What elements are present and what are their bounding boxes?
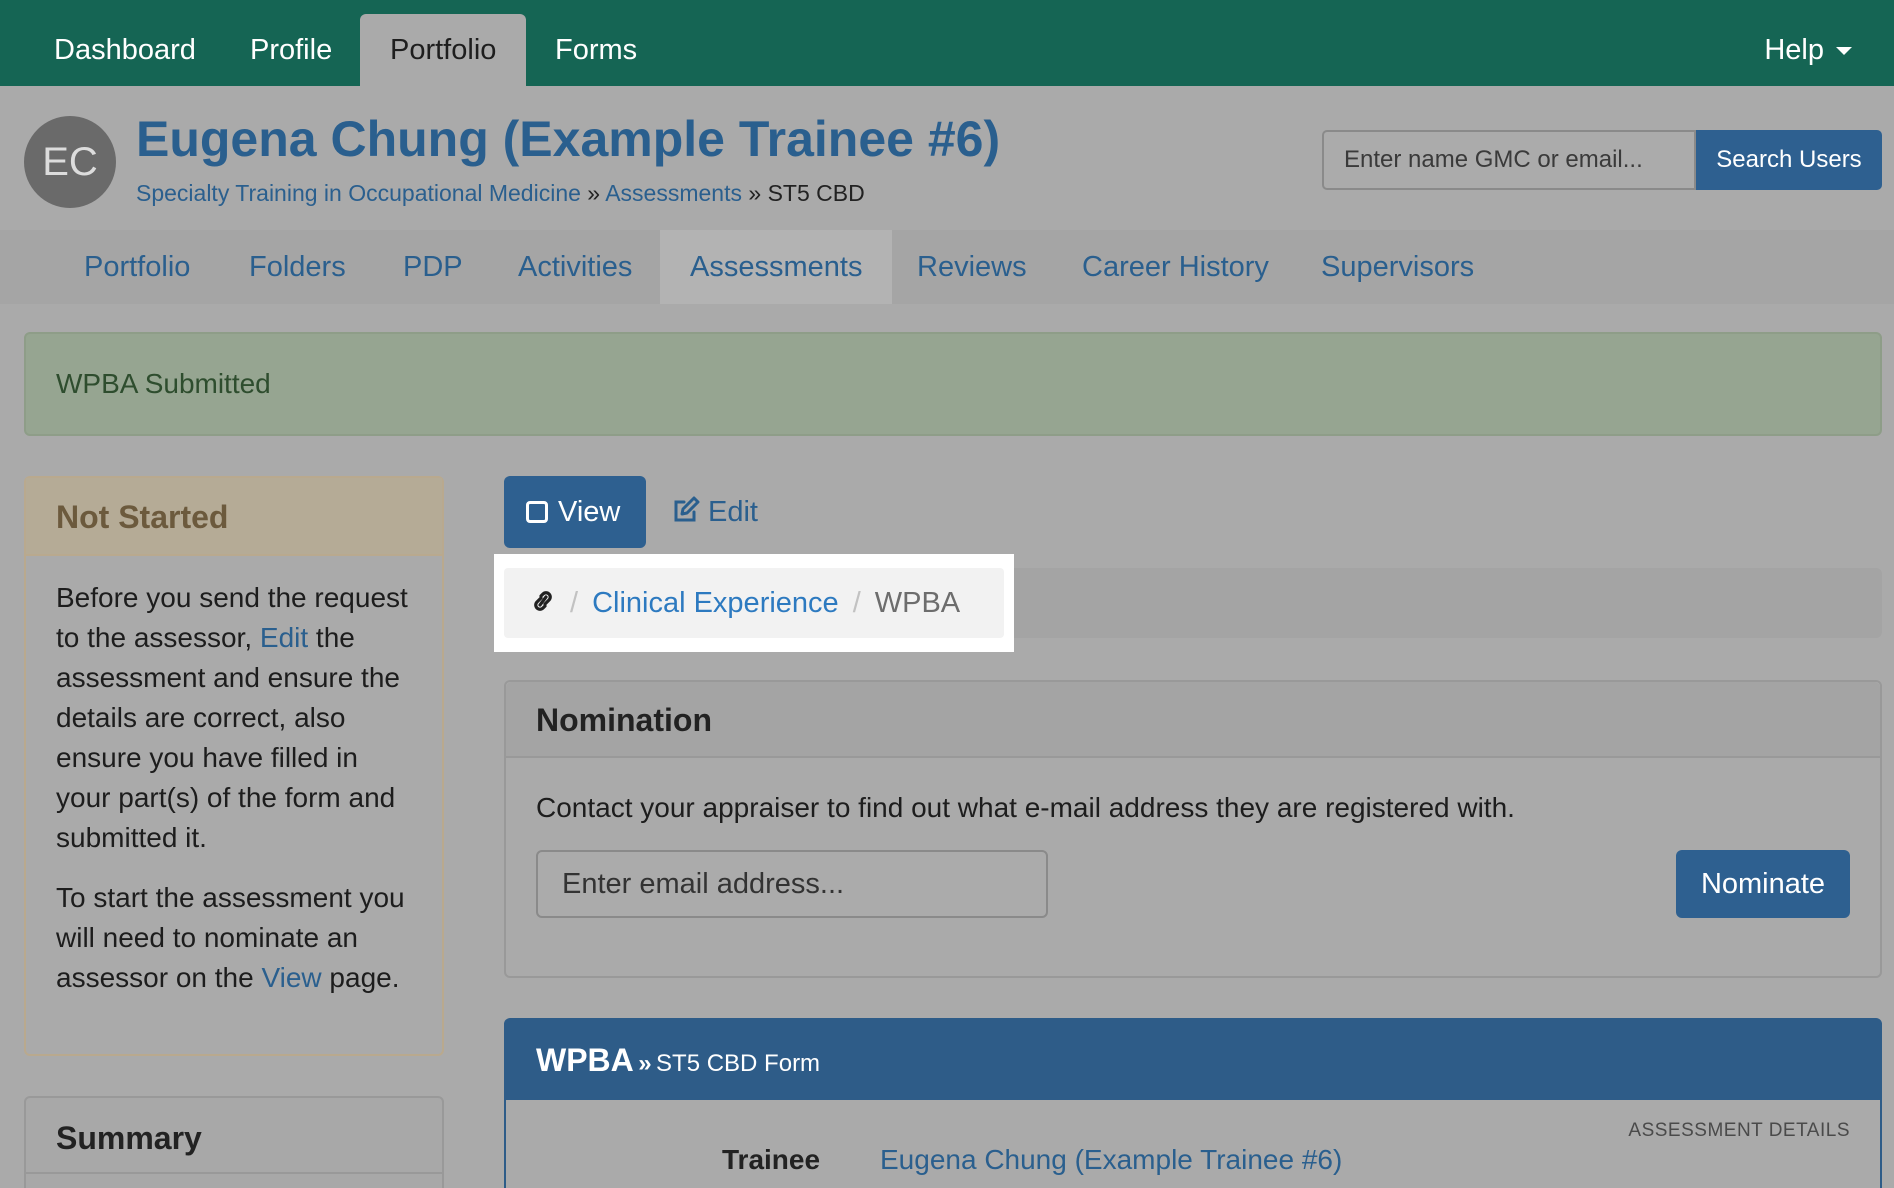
- search-users-button[interactable]: Search Users: [1696, 130, 1882, 190]
- nav-tab-profile[interactable]: Profile: [220, 14, 362, 86]
- status-instructions: Before you send the request to the asses…: [56, 578, 412, 858]
- trainee-label: Trainee: [722, 1144, 821, 1175]
- breadcrumb-programme-link[interactable]: Specialty Training in Occupational Medic…: [136, 180, 581, 206]
- nav-tab-portfolio[interactable]: Portfolio: [360, 14, 527, 86]
- edit-label: Edit: [708, 496, 758, 528]
- wpba-panel-header: WPBA » ST5 CBD Form: [506, 1020, 1880, 1100]
- square-icon: [526, 501, 548, 523]
- tab-folders[interactable]: Folders: [219, 230, 376, 304]
- tab-pdp[interactable]: PDP: [373, 230, 493, 304]
- view-label: View: [558, 496, 621, 528]
- avatar: EC: [24, 116, 116, 208]
- email-field[interactable]: [536, 850, 1048, 918]
- status-instructions: To start the assessment you will need to…: [56, 878, 412, 998]
- nomination-title: Nomination: [506, 682, 1880, 758]
- status-text: page.: [321, 962, 400, 993]
- form-breadcrumb-highlight: / Clinical Experience / WPBA: [494, 554, 1014, 652]
- breadcrumb-assessments-link[interactable]: Assessments: [605, 180, 742, 206]
- breadcrumb-separator: /: [852, 587, 861, 619]
- top-navbar: Dashboard Profile Portfolio Forms Help: [0, 0, 1894, 86]
- assessment-details-label: ASSESSMENT DETAILS: [1628, 1120, 1850, 1141]
- help-label: Help: [1764, 34, 1824, 66]
- breadcrumb-current: WPBA: [874, 587, 961, 619]
- view-button[interactable]: View: [504, 476, 646, 548]
- status-panel-title: Not Started: [26, 478, 442, 556]
- user-search-input[interactable]: [1322, 130, 1696, 190]
- edit-icon: [672, 479, 700, 551]
- summary-panel: Summary: [24, 1096, 444, 1188]
- breadcrumb: Specialty Training in Occupational Medic…: [136, 180, 865, 207]
- caret-down-icon: [1836, 47, 1852, 56]
- nominate-button[interactable]: Nominate: [1676, 850, 1850, 918]
- summary-panel-title: Summary: [26, 1098, 442, 1174]
- trainee-link[interactable]: Eugena Chung (Example Trainee #6): [880, 1144, 1342, 1176]
- nomination-panel: Nomination Contact your appraiser to fin…: [504, 680, 1882, 978]
- wpba-title: WPBA: [536, 1042, 634, 1078]
- breadcrumb-separator: »: [748, 180, 762, 206]
- breadcrumb-separator: /: [570, 587, 579, 619]
- wpba-form-panel: WPBA » ST5 CBD Form ASSESSMENT DETAILS T…: [504, 1018, 1882, 1188]
- nav-tab-dashboard[interactable]: Dashboard: [24, 14, 226, 86]
- status-panel: Not Started Before you send the request …: [24, 476, 444, 1056]
- tab-assessments[interactable]: Assessments: [660, 230, 893, 304]
- nav-tab-forms[interactable]: Forms: [525, 14, 667, 86]
- status-text: the assessment and ensure the details ar…: [56, 622, 400, 853]
- wpba-subtitle: ST5 CBD Form: [656, 1050, 821, 1077]
- tab-reviews[interactable]: Reviews: [887, 230, 1057, 304]
- clinical-experience-link[interactable]: Clinical Experience: [592, 587, 839, 619]
- tab-portfolio[interactable]: Portfolio: [54, 230, 220, 304]
- breadcrumb-separator: »: [587, 180, 601, 206]
- status-panel-body: Before you send the request to the asses…: [26, 556, 442, 1040]
- success-alert: WPBA Submitted: [24, 332, 1882, 436]
- page-title: Eugena Chung (Example Trainee #6): [136, 111, 1001, 167]
- nomination-help-text: Contact your appraiser to find out what …: [536, 792, 1515, 823]
- tab-career-history[interactable]: Career History: [1052, 230, 1299, 304]
- form-breadcrumb: / Clinical Experience / WPBA: [504, 568, 1004, 638]
- wpba-separator: »: [638, 1050, 652, 1077]
- breadcrumb-current: ST5 CBD: [767, 180, 865, 206]
- tab-supervisors[interactable]: Supervisors: [1291, 230, 1504, 304]
- tab-activities[interactable]: Activities: [488, 230, 662, 304]
- portfolio-subnav: Portfolio Folders PDP Activities Assessm…: [0, 230, 1894, 304]
- help-menu[interactable]: Help: [1764, 14, 1852, 86]
- view-link[interactable]: View: [261, 962, 321, 993]
- edit-link[interactable]: Edit: [260, 622, 308, 653]
- edit-button[interactable]: Edit: [672, 476, 758, 548]
- status-text: Before you send the request to the asses…: [56, 582, 408, 653]
- link-icon[interactable]: [530, 572, 556, 642]
